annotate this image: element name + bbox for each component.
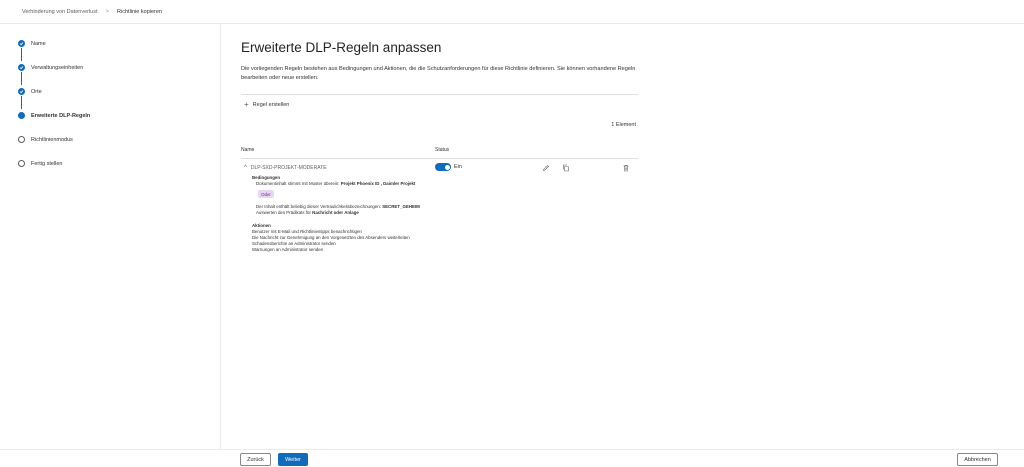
step-name[interactable]: Name [18, 40, 46, 47]
divider [241, 94, 638, 95]
next-button[interactable]: Weiter [278, 453, 308, 466]
page-title: Erweiterte DLP-Regeln anpassen [241, 40, 442, 55]
cancel-button[interactable]: Abbrechen [957, 453, 998, 466]
add-icon: + [244, 100, 249, 109]
step-label: Fertig stellen [31, 160, 63, 167]
step-orte[interactable]: Orte [18, 88, 42, 95]
rule-status-label: Ein [454, 164, 462, 170]
action-item: Schadensberichte an Administrator senden [252, 241, 336, 246]
step-label: Verwaltungseinheiten [31, 64, 84, 71]
action-item: Warnungen an Administrator senden [252, 247, 324, 252]
wizard-footer: Zurück Weiter Abbrechen [0, 449, 1024, 467]
step-connector [21, 48, 22, 61]
condition-text: Auswerten des Prädikats für [256, 210, 311, 215]
page-description: Die vorliegenden Regeln bestehen aus Bed… [241, 66, 636, 81]
column-header-name[interactable]: Name [241, 147, 254, 153]
rule-status-toggle[interactable] [435, 163, 451, 171]
pending-step-icon [18, 160, 25, 167]
conditions-heading: Bedingungen [252, 175, 281, 180]
checkmark-icon [18, 64, 25, 71]
action-item: Benutzer mit E-Mail und Richtlinientipps… [252, 229, 362, 234]
breadcrumb-item-current: Richtlinie kopieren [117, 8, 162, 15]
wizard-steps: Name Verwaltungseinheiten Orte Erweitert… [0, 24, 221, 450]
rule-name: DLP-SXD-PROJEKT-MODERATE [250, 165, 327, 171]
create-rule-button[interactable]: + Regel erstellen [244, 101, 289, 109]
condition-value: Projekt Phoenix ID , Daimler Projekt [340, 181, 416, 186]
step-label: Richtlinienmodus [31, 136, 73, 143]
divider [241, 158, 638, 159]
or-badge: Oder [258, 190, 274, 198]
step-connector [21, 96, 22, 109]
condition-pattern: Dokumentinhalt stimmt mit Muster überein… [256, 181, 415, 186]
breadcrumb: Verhinderung von Datenverlust > Richtlin… [0, 0, 1024, 24]
item-count: 1 Element [611, 122, 636, 128]
step-fertig-stellen[interactable]: Fertig stellen [18, 160, 63, 167]
condition-label: Der Inhalt enthält beliebig dieser Vertr… [256, 204, 420, 209]
edit-icon[interactable] [541, 163, 550, 172]
column-header-status[interactable]: Status [435, 147, 449, 153]
condition-predicate: Auswerten des Prädikats für Nachricht od… [256, 210, 359, 215]
checkmark-icon [18, 40, 25, 47]
condition-text: Dokumentinhalt stimmt mit Muster überein… [256, 181, 340, 186]
step-connector [21, 72, 22, 85]
delete-icon[interactable] [621, 163, 630, 172]
breadcrumb-separator: > [105, 8, 110, 15]
back-button[interactable]: Zurück [240, 453, 271, 466]
step-erweiterte-dlp-regeln[interactable]: Erweiterte DLP-Regeln [18, 112, 90, 119]
checkmark-icon [18, 88, 25, 95]
condition-text: Der Inhalt enthält beliebig dieser Vertr… [256, 204, 381, 209]
chevron-up-icon[interactable]: ^ [244, 165, 247, 171]
step-richtlinienmodus[interactable]: Richtlinienmodus [18, 136, 73, 143]
step-label: Name [31, 40, 46, 47]
action-item: Die Nachricht zur Genehmigung an den Vor… [252, 235, 410, 240]
rule-row-header[interactable]: ^ DLP-SXD-PROJEKT-MODERATE [244, 165, 327, 171]
condition-value: Nachricht oder Anlage [312, 210, 359, 215]
step-label: Orte [31, 88, 42, 95]
create-rule-label: Regel erstellen [252, 102, 290, 108]
current-step-icon [18, 112, 25, 119]
actions-heading: Aktionen [252, 223, 271, 228]
pending-step-icon [18, 136, 25, 143]
breadcrumb-item-dlp[interactable]: Verhinderung von Datenverlust [22, 9, 98, 15]
condition-value: SECRET_GEHEIM [382, 204, 420, 209]
toggle-knob [444, 164, 450, 170]
copy-icon[interactable] [561, 163, 570, 172]
step-verwaltungseinheiten[interactable]: Verwaltungseinheiten [18, 64, 83, 71]
step-label: Erweiterte DLP-Regeln [31, 112, 91, 119]
